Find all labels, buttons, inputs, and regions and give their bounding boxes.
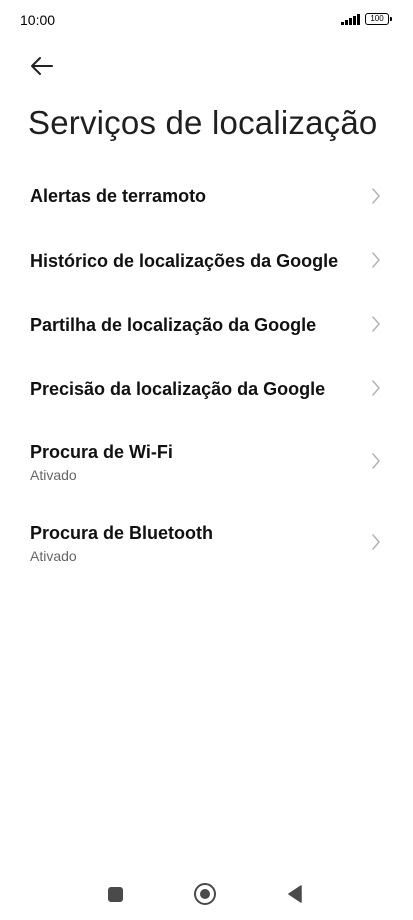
item-bluetooth-scanning[interactable]: Procura de Bluetooth Ativado	[0, 500, 413, 580]
chevron-right-icon	[372, 453, 380, 469]
chevron-right-icon	[372, 188, 380, 204]
location-services-screen: 10:00 100 Serviços de localização Alerta…	[0, 0, 413, 920]
item-wifi-scanning[interactable]: Procura de Wi-Fi Ativado	[0, 420, 413, 500]
nav-recents-button[interactable]	[108, 887, 123, 902]
item-earthquake-alerts[interactable]: Alertas de terramoto	[0, 164, 413, 228]
status-bar: 10:00 100	[0, 0, 413, 40]
chevron-right-icon	[372, 380, 380, 396]
chevron-right-icon	[372, 316, 380, 332]
signal-icon	[341, 14, 360, 25]
page-title: Serviços de localização	[28, 104, 378, 141]
item-status: Ativado	[30, 467, 77, 483]
item-google-location-history[interactable]: Histórico de localizações da Google	[0, 228, 413, 292]
battery-icon: 100	[365, 13, 392, 25]
nav-back-button[interactable]	[287, 885, 303, 903]
item-title: Alertas de terramoto	[30, 186, 207, 206]
item-title: Procura de Bluetooth	[30, 523, 214, 543]
item-title: Procura de Wi-Fi	[30, 442, 173, 462]
back-button[interactable]	[26, 50, 58, 82]
nav-home-button[interactable]	[194, 883, 216, 905]
chevron-right-icon	[372, 534, 380, 550]
navigation-bar	[0, 870, 413, 920]
item-title: Precisão da localização da Google	[30, 379, 326, 399]
status-time: 10:00	[20, 12, 56, 28]
item-title: Partilha de localização da Google	[30, 315, 317, 335]
chevron-right-icon	[372, 252, 380, 268]
item-google-location-accuracy[interactable]: Precisão da localização da Google	[0, 356, 413, 420]
arrow-left-icon	[31, 57, 53, 75]
item-title: Histórico de localizações da Google	[30, 251, 339, 271]
item-status: Ativado	[30, 548, 77, 564]
item-google-location-sharing[interactable]: Partilha de localização da Google	[0, 292, 413, 356]
